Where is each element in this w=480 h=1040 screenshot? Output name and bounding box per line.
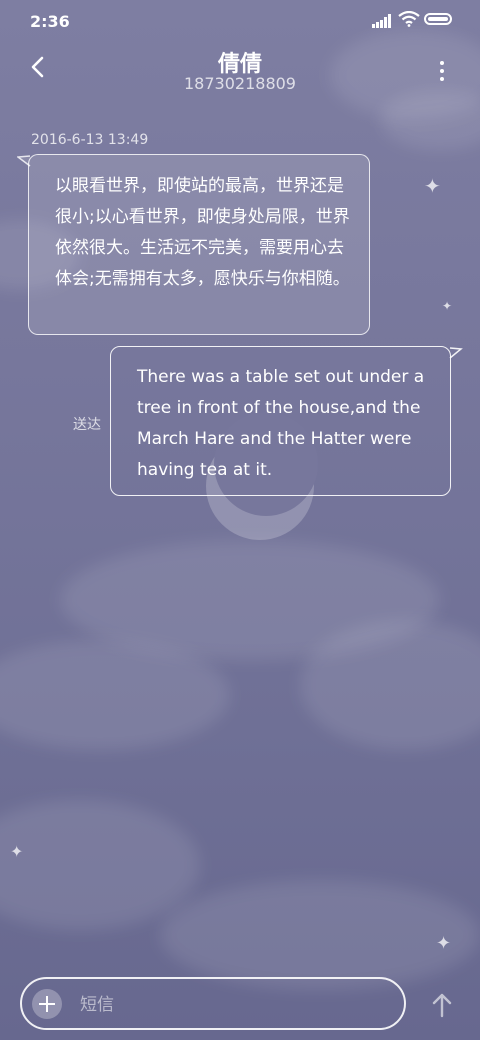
message-composer bbox=[20, 977, 406, 1030]
message-text: 以眼看世界，即使站的最高，世界还是很小;以心看世界，即使身处局限，世界依然很大。… bbox=[55, 176, 350, 289]
message-timestamp: 2016-6-13 13:49 bbox=[31, 132, 149, 148]
message-text: There was a table set out under a tree i… bbox=[137, 367, 425, 480]
send-button[interactable] bbox=[428, 990, 456, 1020]
status-bar: 2:36 bbox=[0, 0, 480, 40]
conversation-header: 倩倩 18730218809 bbox=[0, 40, 480, 100]
message-input[interactable] bbox=[78, 989, 382, 1021]
delivery-status: 送达 bbox=[73, 417, 101, 433]
status-time: 2:36 bbox=[30, 12, 70, 31]
battery-icon bbox=[424, 13, 452, 25]
arrow-up-icon bbox=[432, 993, 452, 1018]
wifi-icon bbox=[398, 11, 420, 27]
outgoing-message-bubble[interactable]: There was a table set out under a tree i… bbox=[110, 346, 451, 496]
incoming-message-bubble[interactable]: 以眼看世界，即使站的最高，世界还是很小;以心看世界，即使身处局限，世界依然很大。… bbox=[28, 154, 370, 335]
signal-icon bbox=[372, 14, 391, 28]
bubble-tail-outgoing bbox=[449, 347, 463, 359]
vertical-dots-icon bbox=[440, 61, 444, 65]
plus-icon[interactable] bbox=[32, 989, 62, 1019]
contact-phone-number: 18730218809 bbox=[184, 74, 296, 93]
more-options-button[interactable] bbox=[432, 56, 452, 86]
